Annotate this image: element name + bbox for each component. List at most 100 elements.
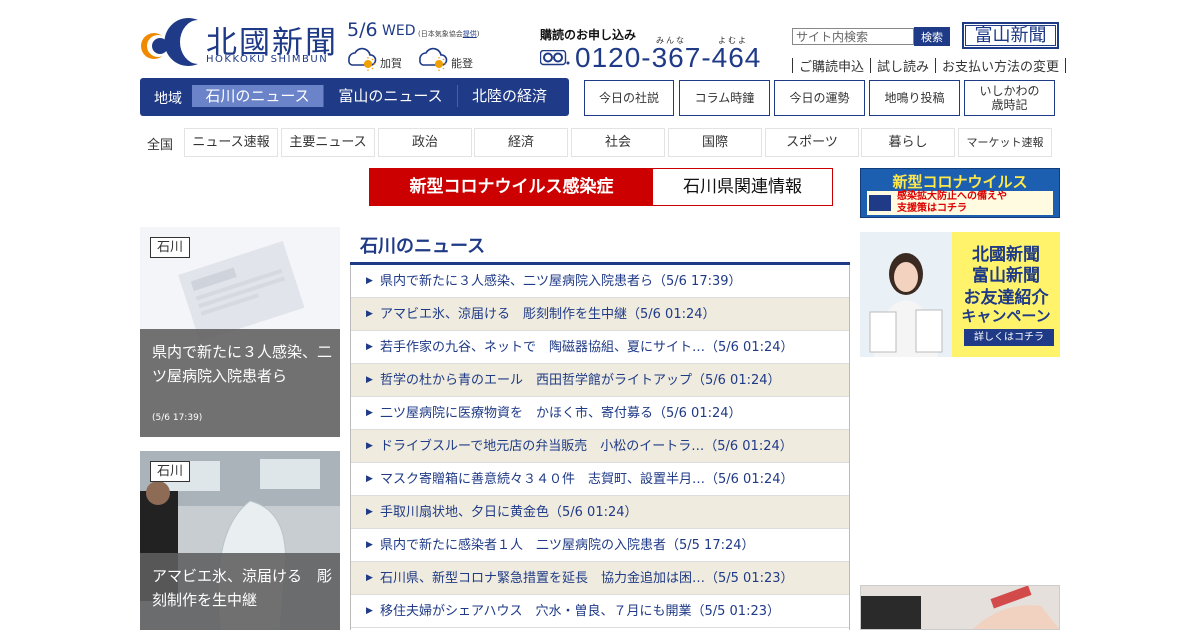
- link-separator: [1065, 58, 1067, 73]
- subscription-title[interactable]: 購読のお申し込み: [540, 26, 636, 43]
- reader-post-button[interactable]: 地鳴り投稿: [869, 80, 960, 116]
- weather-source-prefix: (日本気象協会: [418, 30, 463, 38]
- arrow-right-icon: ▶: [366, 507, 373, 517]
- arrow-right-icon: ▶: [366, 309, 373, 319]
- current-date: 5/6: [347, 19, 378, 41]
- card-title: アマビエ氷、涼届ける 彫刻制作を生中継: [152, 567, 333, 609]
- bottom-ad-image: [861, 586, 1059, 629]
- card-caption: 県内で新たに３人感染、二ツ屋病院入院患者ら (5/6 17:39): [140, 329, 340, 437]
- category-economy[interactable]: 経済: [474, 128, 568, 157]
- news-headline: 石川県、新型コロナ緊急措置を延長 協力金追加は困…（5/5 01:23）: [380, 571, 794, 586]
- link-subscribe[interactable]: ご購読申込: [799, 60, 864, 75]
- link-separator: [870, 58, 872, 73]
- corona-banner-ishikawa: 石川県関連情報: [683, 177, 802, 197]
- news-headline: 手取川扇状地、夕日に黄金色（5/6 01:24）: [380, 505, 638, 520]
- logo-mark-icon: [141, 18, 198, 66]
- news-headline: 若手作家の九谷、ネットで 陶磁器協組、夏にサイト…（5/6 01:24）: [380, 340, 794, 355]
- ad-corona-line1: 感染拡大防止への備えや: [897, 191, 1007, 202]
- search-button[interactable]: 検索: [914, 27, 950, 46]
- weather-source-link[interactable]: 提供: [463, 30, 477, 38]
- editorial-button[interactable]: 今日の社説: [584, 80, 674, 116]
- campaign-line4: キャンペーン: [961, 307, 1051, 325]
- corona-govt-ad[interactable]: 新型コロナウイルス 感染拡大防止への備えや 支援策はコチラ: [860, 168, 1060, 218]
- link-separator: [935, 58, 937, 73]
- category-breaking-news[interactable]: ニュース速報: [184, 128, 278, 157]
- arrow-right-icon: ▶: [366, 606, 373, 616]
- logo-roman: HOKKOKU SHIMBUN: [206, 54, 329, 65]
- campaign-model-image: [860, 232, 952, 357]
- cloudy-sunny-icon: [348, 47, 377, 71]
- region-label: 地域: [154, 91, 182, 107]
- region-nav: 地域 石川のニュース 富山のニュース 北陸の経済: [140, 78, 569, 116]
- arrow-right-icon: ▶: [366, 276, 373, 286]
- page: 北國新聞 HOKKOKU SHIMBUN 5/6 WED (日本気象協会提供) …: [0, 0, 1200, 630]
- link-separator: [792, 58, 793, 73]
- card-region-badge: 石川: [150, 237, 191, 258]
- cloudy-sunny-icon: [419, 47, 448, 71]
- arrow-right-icon: ▶: [366, 540, 373, 550]
- link-trial[interactable]: 試し読み: [877, 60, 929, 75]
- seasonal-calendar-button[interactable]: いしかわの 歳時記: [964, 80, 1055, 116]
- feature-card[interactable]: 石川 県内で新たに３人感染、二ツ屋病院入院患者ら (5/6 17:39): [140, 227, 340, 437]
- arrow-right-icon: ▶: [366, 474, 373, 484]
- news-item[interactable]: ▶ 若手作家の九谷、ネットで 陶磁器協組、夏にサイト…（5/6 01:24）: [351, 331, 849, 364]
- category-lead: 全国: [147, 138, 174, 153]
- news-headline: 県内で新たに３人感染、二ツ屋病院入院患者ら（5/6 17:39）: [380, 274, 742, 289]
- news-item[interactable]: ▶ 手取川扇状地、夕日に黄金色（5/6 01:24）: [351, 496, 849, 529]
- toyama-shimbun-logo[interactable]: 富山新聞: [962, 22, 1059, 49]
- campaign-detail-button[interactable]: 詳しくはコチラ: [964, 329, 1054, 346]
- weather-region: 能登: [451, 57, 473, 70]
- tab-hokuriku-economy[interactable]: 北陸の経済: [458, 85, 561, 107]
- link-payment[interactable]: お支払い方法の変更: [942, 60, 1059, 75]
- category-international[interactable]: 国際: [668, 128, 762, 157]
- news-headline: アマビエ氷、涼届ける 彫刻制作を生中継（5/6 01:24）: [380, 307, 716, 322]
- arrow-right-icon: ▶: [366, 408, 373, 418]
- news-headline: 県内で新たに感染者１人 二ツ屋病院の入院患者（5/5 17:24）: [380, 538, 755, 553]
- category-market[interactable]: マーケット速報: [958, 128, 1052, 157]
- phone-number[interactable]: 0120-367-464: [575, 42, 761, 74]
- news-list: ▶ 県内で新たに３人感染、二ツ屋病院入院患者ら（5/6 17:39） ▶ アマビエ氷…: [350, 265, 850, 630]
- feature-card[interactable]: 石川 アマビエ氷、涼届ける 彫刻制作を生中継: [140, 451, 340, 630]
- category-society[interactable]: 社会: [571, 128, 665, 157]
- horoscope-button[interactable]: 今日の運勢: [774, 80, 865, 116]
- card-caption: アマビエ氷、涼届ける 彫刻制作を生中継: [140, 553, 340, 630]
- news-item[interactable]: ▶ ドライブスルーで地元店の弁当販売 小松のイートラ…（5/6 01:24）: [351, 430, 849, 463]
- ad-corona-title: 新型コロナウイルス: [892, 173, 1028, 191]
- news-item[interactable]: ▶ 二ツ屋病院に医療物資を かほく市、寄付募る（5/6 01:24）: [351, 397, 849, 430]
- news-headline: 二ツ屋病院に医療物資を かほく市、寄付募る（5/6 01:24）: [380, 406, 742, 421]
- card-title: 県内で新たに３人感染、二ツ屋病院入院患者ら: [152, 343, 333, 385]
- news-headline: 哲学の杜から青のエール 西田哲学館がライトアップ（5/6 01:24）: [380, 373, 781, 388]
- news-item[interactable]: ▶ 石川県、新型コロナ緊急措置を延長 協力金追加は困…（5/5 01:23）: [351, 562, 849, 595]
- hokkoku-logo[interactable]: 北國新聞 HOKKOKU SHIMBUN: [140, 16, 340, 66]
- news-item[interactable]: ▶ 哲学の杜から青のエール 西田哲学館がライトアップ（5/6 01:24）: [351, 364, 849, 397]
- ad-corona-line2: 支援策はコチラ: [897, 203, 967, 214]
- tab-ishikawa-news[interactable]: 石川のニュース: [192, 85, 323, 107]
- category-politics[interactable]: 政治: [378, 128, 472, 157]
- arrow-right-icon: ▶: [366, 375, 373, 385]
- news-item[interactable]: ▶ マスク寄贈箱に善意続々３４０件 志賀町、設置半月…（5/6 01:24）: [351, 463, 849, 496]
- category-main-news[interactable]: 主要ニュース: [281, 128, 375, 157]
- site-search-input[interactable]: [792, 28, 914, 45]
- bottom-ad[interactable]: [860, 585, 1060, 630]
- news-item[interactable]: ▶ アマビエ氷、涼届ける 彫刻制作を生中継（5/6 01:24）: [351, 298, 849, 331]
- arrow-right-icon: ▶: [366, 441, 373, 451]
- card-region-badge: 石川: [150, 461, 191, 482]
- category-living[interactable]: 暮らし: [861, 128, 955, 157]
- corona-banner[interactable]: 新型コロナウイルス感染症 石川県関連情報: [369, 168, 833, 206]
- freedial-icon: [540, 50, 570, 66]
- weather-source: (日本気象協会提供): [418, 29, 479, 39]
- friend-campaign-ad[interactable]: 北國新聞 富山新聞 お友達紹介 キャンペーン 詳しくはコチラ: [860, 232, 1060, 357]
- arrow-right-icon: ▶: [366, 342, 373, 352]
- header-links: ご購読申込 試し読み お支払い方法の変更: [786, 56, 1072, 75]
- category-sports[interactable]: スポーツ: [765, 128, 859, 157]
- arrow-right-icon: ▶: [366, 573, 373, 583]
- tab-toyama-news[interactable]: 富山のニュース: [324, 85, 457, 107]
- column-button[interactable]: コラム時鐘: [679, 80, 770, 116]
- card-time: (5/6 17:39): [152, 413, 203, 423]
- news-item[interactable]: ▶ 県内で新たに感染者１人 二ツ屋病院の入院患者（5/5 17:24）: [351, 529, 849, 562]
- news-headline: 移住夫婦がシェアハウス 穴水・曽良、７月にも開業（5/5 01:23）: [380, 604, 780, 619]
- news-item[interactable]: ▶ 県内で新たに３人感染、二ツ屋病院入院患者ら（5/6 17:39）: [351, 265, 849, 298]
- current-weekday: WED: [382, 23, 416, 39]
- weather-source-suffix: ): [476, 30, 480, 38]
- news-item[interactable]: ▶ 移住夫婦がシェアハウス 穴水・曽良、７月にも開業（5/5 01:23）: [351, 595, 849, 628]
